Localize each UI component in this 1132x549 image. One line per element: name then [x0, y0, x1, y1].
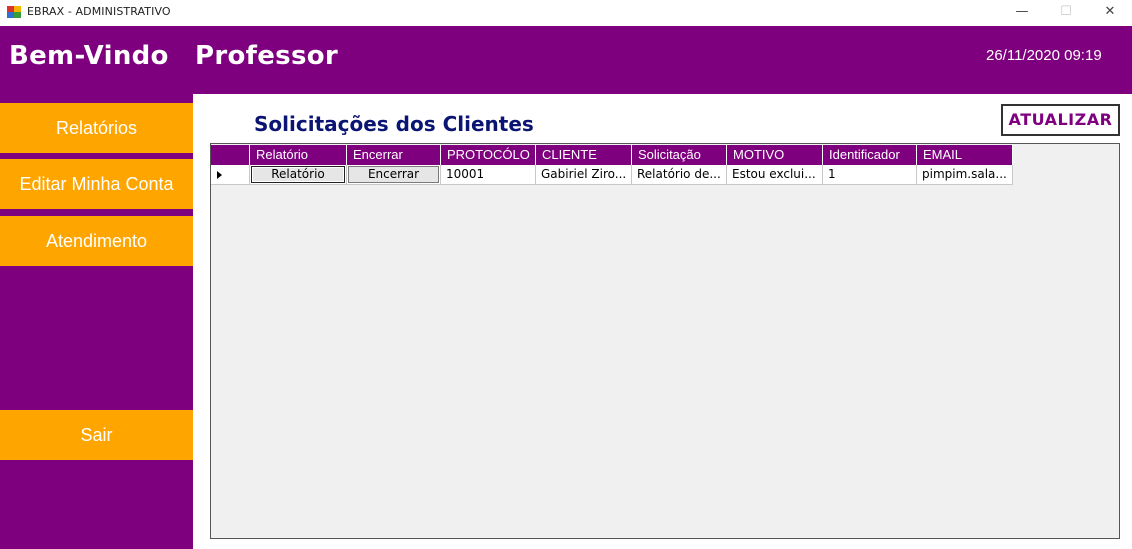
cell-solicitacao[interactable]: Relatório de... — [632, 165, 727, 185]
window-title: EBRAX - ADMINISTRATIVO — [27, 5, 171, 18]
cell-email[interactable]: pimpim.sala... — [917, 165, 1013, 185]
minimize-icon[interactable]: — — [1000, 0, 1044, 26]
column-header-identificador[interactable]: Identificador — [823, 145, 917, 165]
sidebar: Relatórios Editar Minha Conta Atendiment… — [0, 94, 193, 549]
datetime-label: 26/11/2020 09:19 — [986, 47, 1102, 64]
column-header-relatorio[interactable]: Relatório — [250, 145, 347, 165]
user-name: Professor — [195, 41, 339, 71]
column-header-email[interactable]: EMAIL — [917, 145, 1013, 165]
app-icon — [7, 6, 21, 18]
page-title: Solicitações dos Clientes — [254, 112, 534, 136]
refresh-button[interactable]: ATUALIZAR — [1001, 104, 1120, 136]
relatorio-button[interactable]: Relatório — [251, 166, 345, 183]
welcome-text: Bem-Vindo — [9, 41, 169, 71]
current-row-arrow-icon — [217, 171, 222, 179]
column-header-protocolo[interactable]: PROTOCÓLO — [441, 145, 536, 165]
encerrar-button[interactable]: Encerrar — [348, 166, 439, 183]
cell-identificador[interactable]: 1 — [823, 165, 917, 185]
sidebar-item-atendimento[interactable]: Atendimento — [0, 216, 193, 266]
close-icon[interactable]: ✕ — [1088, 0, 1132, 26]
sidebar-item-relatorios[interactable]: Relatórios — [0, 103, 193, 153]
cell-encerrar: Encerrar — [347, 165, 441, 185]
cell-cliente[interactable]: Gabiriel Ziro... — [536, 165, 632, 185]
cell-protocolo[interactable]: 10001 — [441, 165, 536, 185]
column-header-cliente[interactable]: CLIENTE — [536, 145, 632, 165]
row-header-corner — [211, 145, 250, 165]
table-row[interactable]: Relatório Encerrar 10001 Gabiriel Ziro..… — [211, 165, 1013, 185]
sidebar-item-sair[interactable]: Sair — [0, 410, 193, 460]
column-header-encerrar[interactable]: Encerrar — [347, 145, 441, 165]
sidebar-item-editar-conta[interactable]: Editar Minha Conta — [0, 159, 193, 209]
maximize-icon[interactable]: ☐ — [1044, 0, 1088, 26]
column-header-solicitacao[interactable]: Solicitação — [632, 145, 727, 165]
column-header-motivo[interactable]: MOTIVO — [727, 145, 823, 165]
row-selector[interactable] — [211, 165, 250, 185]
header-bar: Bem-Vindo Professor 26/11/2020 09:19 — [0, 26, 1132, 94]
cell-relatorio: Relatório — [250, 165, 347, 185]
cell-motivo[interactable]: Estou exclui... — [727, 165, 823, 185]
table-header: Relatório Encerrar PROTOCÓLO CLIENTE Sol… — [211, 145, 1013, 165]
window-titlebar: EBRAX - ADMINISTRATIVO — ☐ ✕ — [0, 0, 1132, 26]
requests-table[interactable]: Relatório Encerrar PROTOCÓLO CLIENTE Sol… — [210, 143, 1120, 539]
